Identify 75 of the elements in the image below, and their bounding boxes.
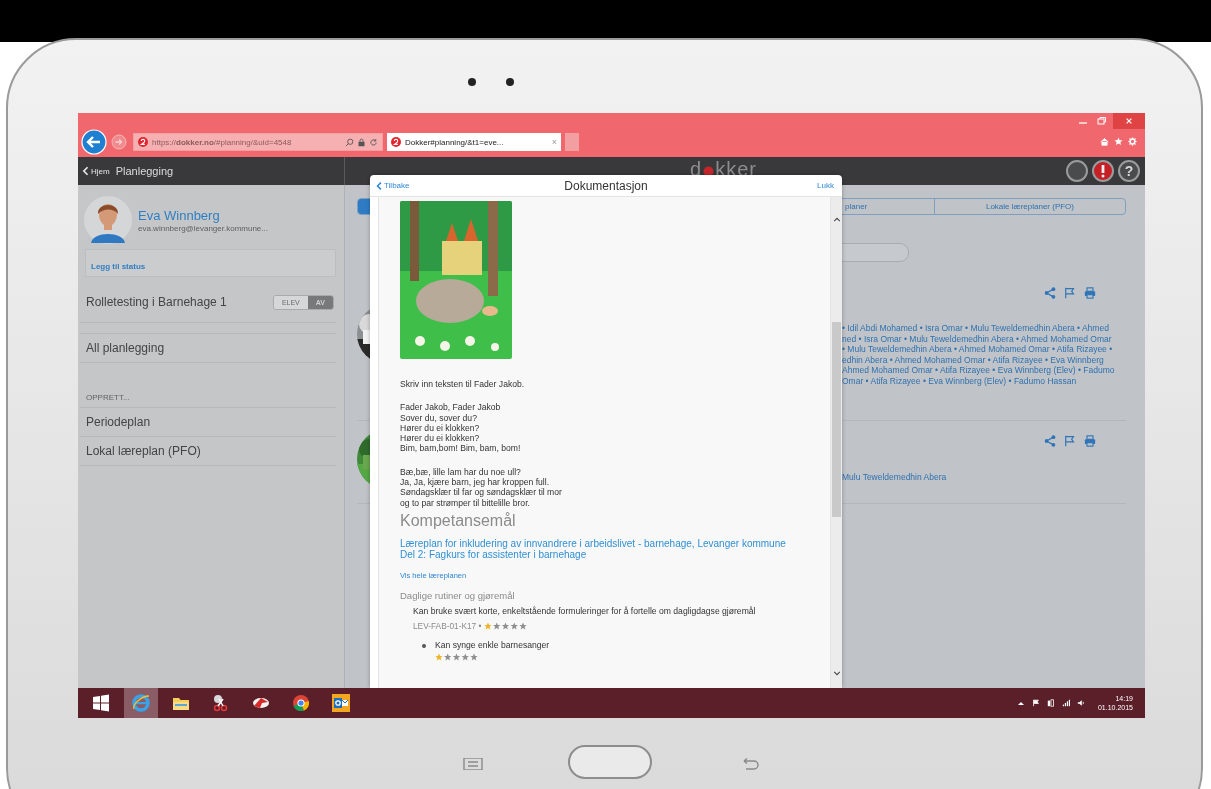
url-text: https://dokker.no/#planning/&uid=4548 bbox=[152, 137, 293, 147]
bullet-icon bbox=[421, 642, 427, 649]
paragraph: Bæ,bæ, lille lam har du noe ull? Ja, Ja, kjære barn, jeg har kroppen full. Søndagsklær til far og søndagsklær til mor og to par strømper til bittelille bror. bbox=[400, 466, 562, 508]
home-link[interactable]: Hjem bbox=[82, 166, 110, 176]
tab-close-button[interactable]: × bbox=[551, 137, 557, 147]
paragraph: Fader Jakob, Fader Jakob Sover du, sover du? Hører du ei klokken? Hører du ei klokken? Bim, bam,bom! Bim, bam, bom! bbox=[400, 402, 521, 454]
page-title: Planlegging bbox=[115, 165, 174, 177]
dialog-title: Dokumentasjon bbox=[564, 178, 648, 193]
section-heading: Kompetansemål bbox=[400, 511, 516, 530]
restore-icon[interactable] bbox=[1095, 116, 1107, 126]
chevron-left-icon bbox=[82, 166, 89, 176]
help-button[interactable]: ? bbox=[1118, 160, 1140, 182]
sidebar-item[interactable]: Periodeplan bbox=[80, 408, 336, 437]
share-icon[interactable] bbox=[1044, 287, 1056, 299]
camera-dot bbox=[506, 78, 514, 86]
curriculum-link[interactable]: Del 2: Fagkurs for assistenter i barnehage bbox=[400, 549, 786, 561]
signal-icon[interactable] bbox=[1061, 699, 1070, 707]
chevron-left-icon bbox=[376, 180, 382, 191]
tab-title: Dokker#planning/&t1=eve... bbox=[405, 137, 505, 147]
share-icon[interactable] bbox=[1044, 435, 1056, 447]
close-link[interactable]: Lukk bbox=[817, 181, 834, 190]
participant-names: Omar • Atifa Rizayee • Eva Winnberg (Elev) • Fadumo Hassan bbox=[842, 375, 1078, 386]
participant-names: • Mulu Teweldemedhin Abera • Ahmed Mohamed Omar • Atifa Rizayee • bbox=[842, 344, 1114, 355]
participant-names: edhin Abera • Ahmed Mohamed Omar • Atifa Rizayee • Eva Winnberg bbox=[842, 354, 1105, 365]
search-icon[interactable] bbox=[345, 137, 354, 147]
user-name: Eva Winnberg bbox=[138, 207, 221, 223]
close-icon bbox=[1125, 117, 1133, 125]
print-icon[interactable] bbox=[1084, 287, 1096, 299]
participant-names: • Idil Abdi Mohamed • Isra Omar • Mulu Teweldemedhin Abera • Ahmed bbox=[842, 323, 1110, 334]
site-favicon-icon bbox=[391, 137, 401, 147]
status-icon[interactable] bbox=[1066, 160, 1088, 182]
add-status-link[interactable]: Legg til status bbox=[91, 262, 146, 271]
topic-heading: Daglige rutiner og gjøremål bbox=[400, 589, 515, 601]
participant-names: ned • Isra Omar • Mulu Teweldemedhin Abera • Ahmed Mohamed Omar bbox=[842, 333, 1113, 344]
goal-code: LEV-FAB-01-K17 • bbox=[413, 620, 482, 631]
sidebar-item[interactable]: Lokal læreplan (PFO) bbox=[80, 437, 336, 466]
star-icon[interactable] bbox=[1114, 137, 1123, 146]
scrollbar[interactable] bbox=[831, 197, 842, 688]
address-bar[interactable]: https://dokker.no/#planning/&uid=4548 bbox=[133, 133, 383, 151]
scroll-up-icon[interactable] bbox=[832, 217, 841, 222]
close-button[interactable] bbox=[1113, 113, 1145, 129]
paragraph: Skriv inn teksten til Fader Jakob. bbox=[400, 379, 525, 390]
participant-names: Mulu Teweldemedhin Abera bbox=[842, 472, 948, 483]
avatar-icon bbox=[83, 195, 133, 245]
refresh-icon[interactable] bbox=[369, 137, 378, 147]
home-button[interactable] bbox=[568, 745, 652, 779]
menu-key-icon[interactable] bbox=[463, 758, 483, 770]
caret-up-icon[interactable] bbox=[1016, 699, 1025, 707]
print-icon[interactable] bbox=[1084, 435, 1096, 447]
settings-icon[interactable] bbox=[1128, 137, 1137, 146]
mail-app-icon bbox=[331, 693, 351, 713]
speaker-icon[interactable] bbox=[1076, 699, 1085, 707]
scroll-thumb[interactable] bbox=[832, 322, 841, 517]
chrome-icon bbox=[291, 693, 311, 713]
home-icon[interactable] bbox=[1100, 137, 1109, 146]
curriculum-link[interactable]: Læreplan for inkludering av innvandrere i arbeidslivet - barnehage, Levanger kommune bbox=[400, 537, 786, 550]
sub-goal-text: Kan synge enkle barnesanger bbox=[435, 639, 550, 650]
segment-tab[interactable]: Lokale læreplaner (PFO) bbox=[935, 199, 1125, 214]
back-link[interactable]: Tilbake bbox=[376, 180, 410, 191]
windows-logo-icon bbox=[91, 693, 111, 713]
network-icon[interactable] bbox=[1046, 699, 1055, 707]
group-title: Rolletesting i Barnehage 1 bbox=[86, 295, 227, 309]
browser-tab[interactable]: Dokker#planning/&t1=eve... × bbox=[387, 133, 561, 151]
alert-icon[interactable] bbox=[1092, 160, 1114, 182]
section-label: OPPRETT... bbox=[80, 363, 336, 408]
participant-names: Ahmed Mohamed Omar • Atifa Rizayee • Eva Winnberg (Elev) • Fadumo bbox=[842, 365, 1116, 376]
scroll-down-icon[interactable] bbox=[832, 671, 841, 676]
sidebar-item[interactable]: All planlegging bbox=[80, 334, 336, 363]
goal-text: Kan bruke svært korte, enkeltstående formuleringer for å fortelle om dagligdagse gjøremål bbox=[413, 605, 756, 616]
site-favicon-icon bbox=[138, 137, 148, 147]
user-email: eva.winnberg@levanger.kommune... bbox=[138, 223, 268, 233]
browser-e-icon bbox=[131, 693, 151, 713]
lock-icon bbox=[357, 137, 366, 147]
camera-dot bbox=[468, 78, 476, 86]
flag-icon[interactable] bbox=[1031, 699, 1040, 707]
